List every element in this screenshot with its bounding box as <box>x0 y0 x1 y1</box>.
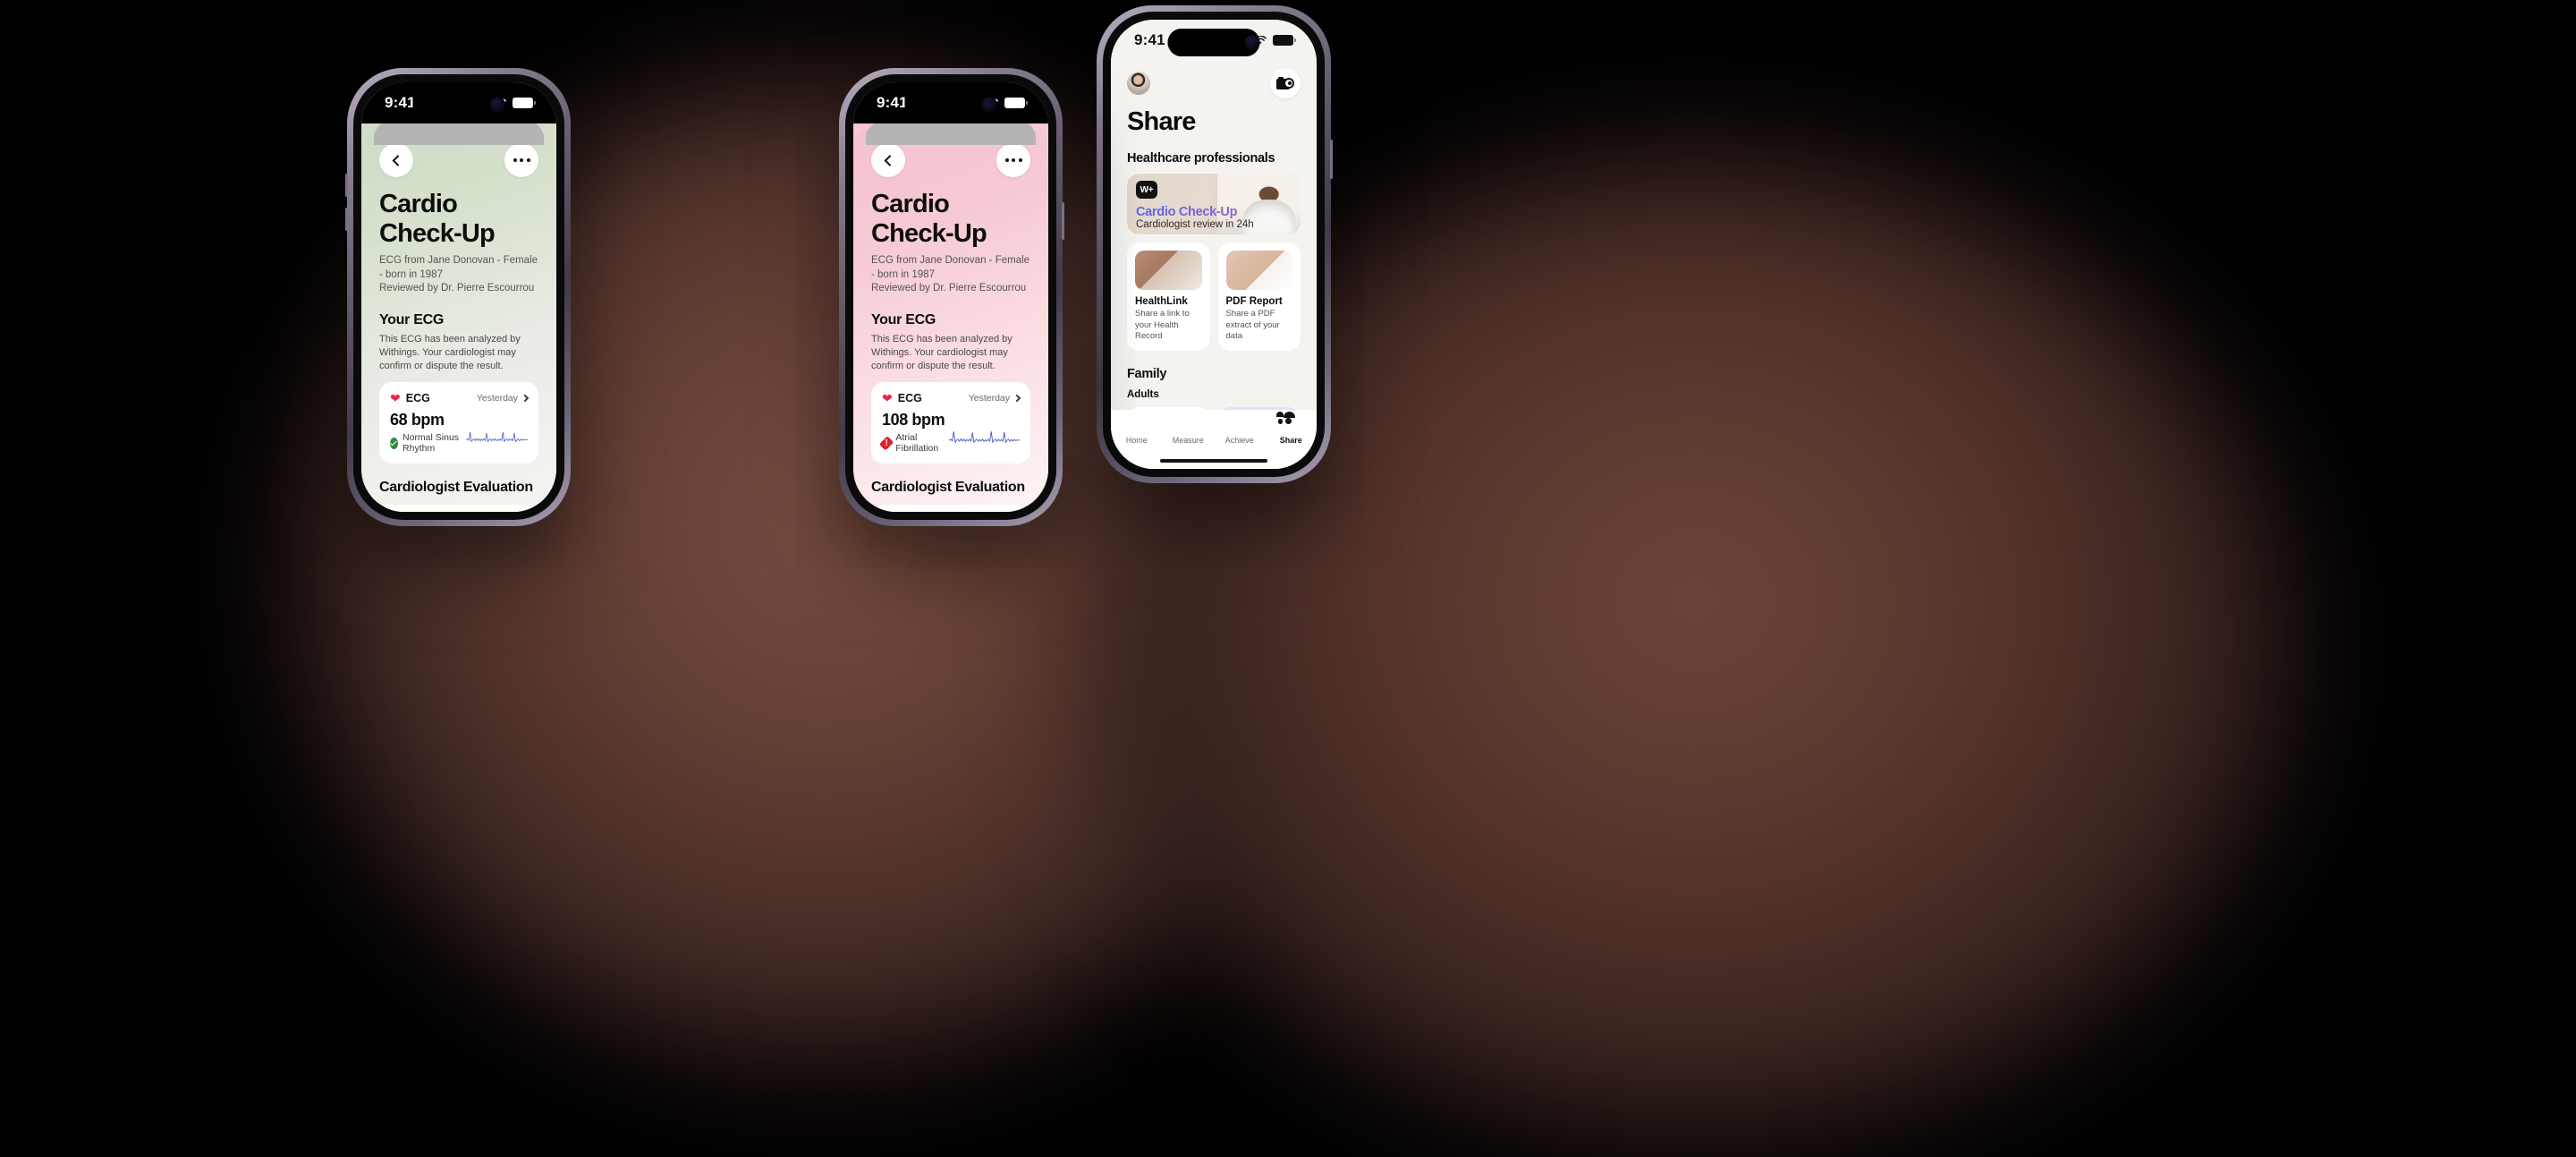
status-time: 9:41 <box>877 94 908 111</box>
right-phone-frame: 9:41 Cardio Check-Up ECG from Jane Donov… <box>839 68 1064 526</box>
star-icon <box>1233 418 1247 432</box>
page-subtitle: ECG from Jane Donovan - Female - born in… <box>871 255 1030 294</box>
your-ecg-description: This ECG has been analyzed by Withings. … <box>871 333 1013 372</box>
ellipsis-icon <box>513 158 530 162</box>
evaluation-card: ! Atrial Fibrillation Your ECG shows atr… <box>871 505 1030 512</box>
right-phone: 9:41 Cardio Check-Up ECG from Jane Donov… <box>839 68 1064 526</box>
ecg-card-date: Yesterday <box>477 393 530 404</box>
ecg-waveform <box>465 432 528 443</box>
chart-bar-icon <box>1181 418 1195 432</box>
dynamic-island <box>412 91 505 119</box>
ecg-bpm-value: 68 bpm <box>390 411 445 430</box>
left-phone-frame: 9:41 Cardio Check-Up ECG from Jane Donov… <box>345 68 571 526</box>
healthlink-tile[interactable]: HealthLink Share a link to your Health R… <box>1127 242 1210 351</box>
scan-camera-icon <box>1276 76 1294 90</box>
status-time: 9:41 <box>385 94 416 111</box>
home-indicator <box>1160 459 1267 463</box>
sheet-peek <box>374 122 544 145</box>
warning-diamond-icon: ! <box>878 436 894 451</box>
page-title: Share <box>1127 107 1196 136</box>
your-ecg-description: This ECG has been analyzed by Withings. … <box>379 333 521 372</box>
pdf-report-subtitle: Share a PDF extract of your data <box>1225 309 1280 342</box>
right-phone-screen: 9:41 Cardio Check-Up ECG from Jane Donov… <box>853 82 1048 512</box>
pdf-report-tile[interactable]: PDF Report Share a PDF extract of your d… <box>1217 242 1301 351</box>
cardio-detail-sheet: Cardio Check-Up ECG from Jane Donovan - … <box>361 127 556 512</box>
center-phone-screen: 9:41 Share Healthcare professionals W+ C… <box>1111 20 1317 469</box>
people-icon <box>1276 412 1298 432</box>
promo-subtitle: Cardiologist review in 24h <box>1136 219 1254 230</box>
ecg-card-label: ECG <box>405 392 430 405</box>
back-button[interactable] <box>379 143 413 177</box>
page-title: Cardio Check-Up <box>379 190 496 248</box>
adults-label: Adults <box>1127 388 1159 400</box>
cardio-detail-sheet: Cardio Check-Up ECG from Jane Donovan - … <box>853 127 1048 512</box>
your-ecg-heading: Your ECG <box>379 311 444 328</box>
evaluation-card: Normal Sinus Rhythm “Your overall biomar… <box>379 505 538 512</box>
tab-achieve[interactable]: Achieve <box>1214 418 1266 445</box>
cardio-checkup-promo[interactable]: W+ Cardio Check-Up Cardiologist review i… <box>1127 174 1301 234</box>
battery-icon <box>1004 98 1028 108</box>
chevron-left-icon <box>392 154 403 166</box>
center-phone: 9:41 Share Healthcare professionals W+ C… <box>1097 5 1333 483</box>
tab-home[interactable]: Home <box>1111 418 1163 445</box>
ecg-rhythm-status: Normal Sinus Rhythm <box>390 432 466 454</box>
battery-icon <box>513 98 536 108</box>
home-icon <box>1130 418 1144 432</box>
healthcare-heading: Healthcare professionals <box>1127 151 1275 166</box>
page-subtitle: ECG from Jane Donovan - Female - born in… <box>379 255 538 294</box>
center-phone-frame: 9:41 Share Healthcare professionals W+ C… <box>1097 5 1333 483</box>
ecg-bpm-value: 108 bpm <box>882 411 945 430</box>
promo-title: Cardio Check-Up <box>1136 205 1301 219</box>
tab-share[interactable]: Share <box>1266 412 1318 445</box>
evaluation-heading: Cardiologist Evaluation <box>871 480 1025 496</box>
chevron-right-icon <box>521 395 530 403</box>
chevron-right-icon <box>1013 395 1021 403</box>
back-button[interactable] <box>871 143 905 177</box>
healthlink-title: HealthLink <box>1135 296 1188 307</box>
left-phone-screen: 9:41 Cardio Check-Up ECG from Jane Donov… <box>361 82 556 512</box>
dynamic-island <box>1167 29 1260 56</box>
family-heading: Family <box>1127 366 1167 381</box>
withings-plus-badge: W+ <box>1136 181 1157 199</box>
left-phone: 9:41 Cardio Check-Up ECG from Jane Donov… <box>345 68 571 526</box>
heart-icon: ❤ <box>882 391 893 406</box>
chevron-left-icon <box>884 154 895 166</box>
more-options-button[interactable] <box>996 143 1030 177</box>
pdf-report-title: PDF Report <box>1225 296 1283 307</box>
page-title: Cardio Check-Up <box>871 190 987 248</box>
more-options-button[interactable] <box>504 143 538 177</box>
pdf-documents-photo <box>1225 251 1292 290</box>
ecg-summary-card[interactable]: ❤ ECG Yesterday 108 bpm ! Atrial Fibrill… <box>871 382 1030 464</box>
scan-button[interactable] <box>1270 68 1301 98</box>
heart-icon: ❤ <box>390 391 401 406</box>
evaluation-heading: Cardiologist Evaluation <box>379 480 533 496</box>
ecg-summary-card[interactable]: ❤ ECG Yesterday 68 bpm Normal Sinus Rhyt… <box>379 382 538 464</box>
doctor-at-laptop-photo <box>1135 251 1202 290</box>
battery-icon <box>1273 35 1296 46</box>
ecg-waveform <box>948 431 1020 444</box>
ecg-card-date: Yesterday <box>969 393 1021 404</box>
dynamic-island <box>904 91 997 119</box>
ellipsis-icon <box>1004 158 1022 162</box>
sheet-peek <box>866 122 1036 145</box>
ecg-card-label: ECG <box>897 392 922 405</box>
tab-measure[interactable]: Measure <box>1163 418 1215 445</box>
your-ecg-heading: Your ECG <box>871 311 936 328</box>
healthlink-subtitle: Share a link to your Health Record <box>1135 309 1190 342</box>
status-time: 9:41 <box>1134 31 1165 48</box>
avatar[interactable] <box>1127 72 1150 95</box>
ecg-rhythm-status: ! Atrial Fibrillation <box>878 432 949 454</box>
check-circle-icon <box>390 437 399 449</box>
